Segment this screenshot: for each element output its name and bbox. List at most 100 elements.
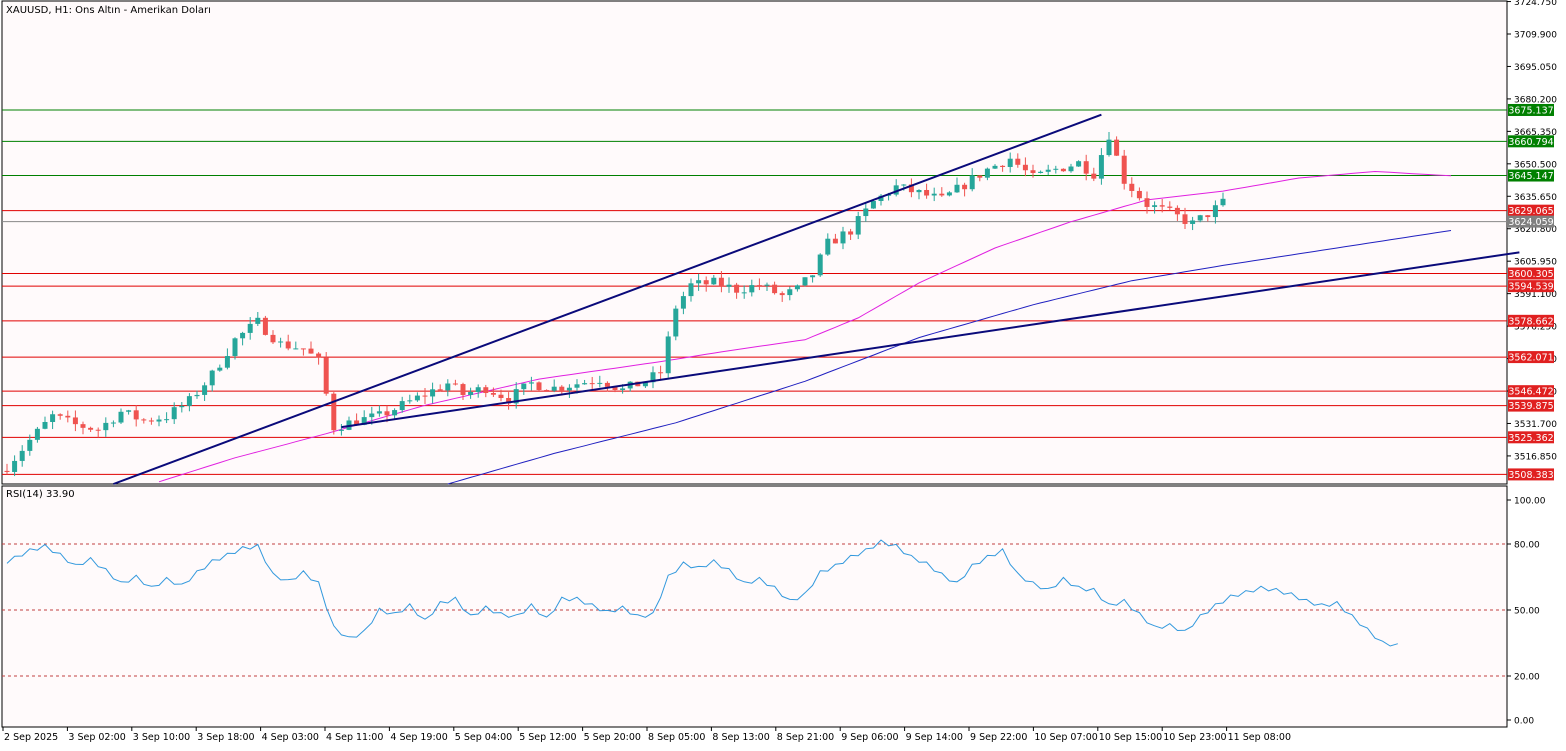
candle-body — [772, 284, 778, 294]
candle-body — [331, 393, 337, 431]
candle-body — [787, 289, 793, 296]
y-tick-label: 3695.050 — [1514, 63, 1557, 73]
candle-body — [27, 439, 33, 451]
candle-body — [217, 367, 223, 371]
candle[interactable] — [1076, 160, 1082, 167]
candle-body — [72, 417, 78, 425]
candle-body — [171, 407, 177, 420]
candle[interactable] — [331, 392, 337, 435]
x-tick-label: 5 Sep 12:00 — [519, 732, 576, 743]
candle-body — [126, 410, 132, 412]
x-tick-label: 8 Sep 13:00 — [712, 732, 769, 743]
y-tick-label: 3709.900 — [1514, 31, 1557, 41]
candle-body — [855, 216, 861, 235]
price-label: 3660.794 — [1508, 137, 1553, 148]
x-tick-label: 4 Sep 03:00 — [262, 732, 319, 743]
rsi-panel[interactable] — [1, 485, 1508, 728]
candle[interactable] — [817, 253, 823, 277]
candle-body — [863, 208, 869, 217]
candle-body — [255, 317, 261, 324]
candle-body — [475, 387, 481, 392]
candle-body — [1190, 220, 1196, 224]
candle[interactable] — [1121, 149, 1127, 190]
candle-body — [12, 460, 18, 472]
candle-body — [1129, 183, 1135, 191]
candle-body — [1068, 166, 1074, 172]
candle-body — [1015, 158, 1021, 165]
x-tick-label: 9 Sep 22:00 — [970, 732, 1027, 743]
candle-body — [939, 193, 945, 196]
x-tick-label: 3 Sep 02:00 — [68, 732, 125, 743]
candle-body — [445, 383, 451, 391]
candle-body — [407, 400, 413, 402]
candle-body — [528, 382, 534, 384]
candle-body — [703, 280, 709, 285]
candle-body — [468, 391, 474, 395]
candle-body — [574, 384, 580, 388]
candle-body — [1174, 207, 1180, 215]
candle-body — [1076, 161, 1082, 167]
x-tick-label: 8 Sep 05:00 — [648, 732, 705, 743]
candle[interactable] — [802, 277, 808, 287]
candle-body — [338, 429, 344, 431]
price-label: 3600.305 — [1508, 269, 1553, 280]
candle-body — [696, 280, 702, 284]
candle-body — [559, 386, 565, 391]
candle-body — [262, 317, 268, 335]
trading-chart[interactable]: 3724.750 3709.900 3695.050 3680.200 3665.350… — [0, 0, 1566, 747]
candle-body — [422, 395, 428, 397]
candle[interactable] — [665, 331, 671, 378]
candle-body — [1098, 155, 1104, 179]
candle-body — [1000, 165, 1006, 167]
candle-body — [278, 341, 284, 343]
candle[interactable] — [262, 315, 268, 336]
candle-body — [133, 410, 139, 420]
x-tick-label: 2 Sep 2025 — [4, 732, 58, 743]
candle[interactable] — [673, 305, 679, 341]
candle-body — [95, 429, 101, 431]
candle-body — [164, 419, 170, 421]
price-label: 3562.071 — [1508, 353, 1553, 364]
candle-body — [551, 386, 557, 391]
candle-body — [414, 395, 420, 401]
candle-body — [962, 184, 968, 190]
x-tick-label: 5 Sep 04:00 — [455, 732, 512, 743]
candle-body — [665, 336, 671, 374]
candle-body — [582, 383, 588, 385]
candle-body — [148, 420, 154, 422]
candle-body — [1121, 155, 1127, 184]
rsi-y-tick-label: 80.00 — [1514, 541, 1540, 551]
candle-body — [50, 414, 56, 422]
candle-body — [490, 393, 496, 395]
candle[interactable] — [323, 352, 329, 396]
candle-body — [1022, 164, 1028, 171]
x-tick-label: 10 Sep 15:00 — [1099, 732, 1162, 743]
price-panel[interactable] — [1, 0, 1508, 485]
price-label: 3546.472 — [1508, 387, 1553, 398]
y-tick-label: 3516.850 — [1514, 452, 1557, 462]
candle-body — [924, 189, 930, 196]
candle-body — [460, 384, 466, 395]
candle-body — [680, 296, 686, 309]
candle-body — [430, 389, 436, 397]
candle-body — [384, 411, 390, 416]
candle-body — [202, 385, 208, 395]
candle-body — [1060, 168, 1066, 172]
candle-body — [794, 285, 800, 290]
candle-body — [110, 422, 116, 424]
candle-body — [316, 353, 322, 358]
candle-body — [1136, 190, 1142, 199]
candle-body — [103, 422, 109, 431]
candle-body — [498, 394, 504, 399]
candle-body — [1045, 169, 1051, 172]
y-tick-label: 3531.700 — [1514, 420, 1557, 430]
x-tick-label: 4 Sep 19:00 — [390, 732, 447, 743]
candle-body — [232, 338, 238, 357]
candle-body — [1212, 205, 1218, 218]
chart-canvas[interactable]: 3724.7503709.9003695.0503680.2003665.350… — [0, 0, 1566, 747]
candle[interactable] — [536, 381, 542, 391]
candle-body — [42, 421, 48, 429]
candle-body — [817, 254, 823, 276]
candle-body — [1197, 215, 1203, 221]
x-tick-label: 11 Sep 08:00 — [1228, 732, 1291, 743]
